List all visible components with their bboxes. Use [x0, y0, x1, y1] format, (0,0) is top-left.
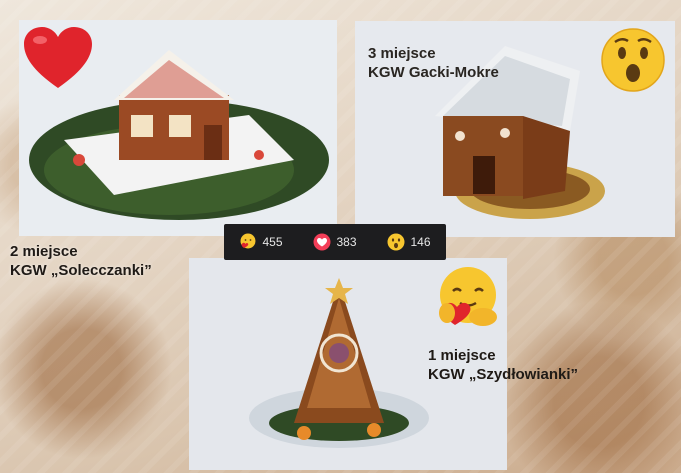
love-heart-icon — [313, 233, 331, 251]
reaction-count-love: 383 — [336, 235, 357, 249]
place-rank: 3 miejsce — [368, 45, 436, 62]
place-group-name: KGW „Szydłowianki” — [428, 366, 579, 383]
place-rank: 1 miejsce — [428, 347, 496, 364]
place-group-name: KGW Gacki-Mokre — [368, 64, 499, 81]
care-emoji-icon — [433, 265, 503, 338]
wow-emoji-icon — [600, 27, 666, 98]
place-label-first: 1 miejsce KGW „Szydłowianki” — [428, 346, 578, 384]
reaction-summary-bar: 455 383 146 — [224, 224, 446, 260]
reaction-count-wow: 146 — [410, 235, 431, 249]
place-label-third: 3 miejsce KGW Gacki-Mokre — [368, 44, 499, 82]
collage-canvas: 455 383 146 3 miejsce KGW Gacki-Mokre 2 … — [0, 0, 681, 473]
place-group-name: KGW „Solecczanki” — [10, 262, 152, 279]
reaction-care[interactable]: 455 — [239, 233, 283, 251]
place-rank: 2 miejsce — [10, 243, 78, 260]
wow-emoji-icon — [387, 233, 405, 251]
place-label-second: 2 miejsce KGW „Solecczanki” — [10, 242, 152, 280]
reaction-love[interactable]: 383 — [313, 233, 357, 251]
love-heart-icon — [22, 26, 94, 97]
care-emoji-icon — [240, 233, 256, 249]
reaction-wow[interactable]: 146 — [387, 233, 431, 251]
reaction-count-care: 455 — [262, 235, 283, 249]
